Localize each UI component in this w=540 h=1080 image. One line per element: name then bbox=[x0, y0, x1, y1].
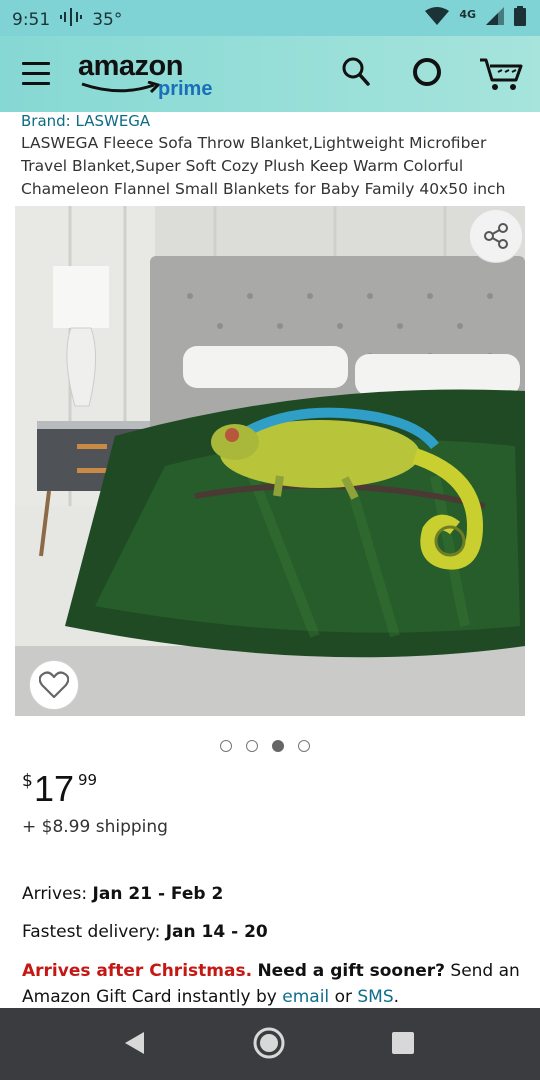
arrives-dates: Jan 21 - Feb 2 bbox=[92, 884, 224, 904]
or-text: or bbox=[334, 987, 352, 1007]
image-pager[interactable] bbox=[220, 740, 310, 752]
gift-notice: Arrives after Christmas. Need a gift soo… bbox=[22, 958, 527, 1010]
sms-link[interactable]: SMS bbox=[357, 987, 393, 1007]
pager-dot[interactable] bbox=[298, 740, 310, 752]
system-nav-bar bbox=[0, 1008, 540, 1080]
arrival-estimate: Arrives: Jan 21 - Feb 2 bbox=[22, 884, 223, 904]
dialpad-icon bbox=[60, 8, 83, 31]
heart-icon bbox=[39, 671, 69, 699]
home-button[interactable] bbox=[252, 1026, 286, 1064]
search-icon bbox=[342, 57, 370, 86]
price-cents: 99 bbox=[78, 771, 98, 789]
menu-icon bbox=[22, 62, 50, 65]
gift-period: . bbox=[393, 987, 400, 1007]
price-currency: $ bbox=[22, 771, 33, 791]
pager-dot[interactable] bbox=[220, 740, 232, 752]
back-icon bbox=[125, 1032, 144, 1054]
wishlist-button[interactable] bbox=[29, 660, 79, 710]
amazon-prime-logo[interactable]: amazon prime bbox=[78, 50, 228, 100]
signal-icon bbox=[486, 7, 504, 30]
status-temperature: 35° bbox=[92, 9, 123, 30]
shipping-cost: + $8.99 shipping bbox=[22, 817, 168, 837]
home-icon bbox=[253, 1027, 285, 1059]
status-bar: 9:51 35° 4G bbox=[0, 0, 540, 36]
brand-link[interactable]: Brand: LASWEGA bbox=[21, 112, 150, 130]
arrives-label: Arrives: bbox=[22, 884, 93, 904]
after-christmas-warning: Arrives after Christmas. bbox=[22, 961, 253, 981]
pager-dot-active[interactable] bbox=[272, 740, 284, 752]
fastest-label: Fastest delivery: bbox=[22, 922, 166, 942]
pager-dot[interactable] bbox=[246, 740, 258, 752]
network-type: 4G bbox=[459, 8, 476, 21]
fastest-dates: Jan 14 - 20 bbox=[165, 922, 268, 942]
back-button[interactable] bbox=[122, 1030, 146, 1060]
battery-icon bbox=[514, 6, 526, 31]
product-title: LASWEGA Fleece Sofa Throw Blanket,Lightw… bbox=[21, 134, 506, 198]
logo-prime-text: prime bbox=[158, 78, 213, 100]
status-time: 9:51 bbox=[12, 9, 51, 30]
share-icon bbox=[484, 223, 508, 249]
fastest-delivery: Fastest delivery: Jan 14 - 20 bbox=[22, 922, 268, 942]
gift-question: Need a gift sooner? bbox=[257, 961, 445, 981]
smile-icon bbox=[80, 80, 162, 99]
share-button[interactable] bbox=[469, 209, 523, 263]
menu-button[interactable] bbox=[22, 62, 50, 86]
wifi-icon bbox=[425, 7, 450, 30]
price-whole: 17 bbox=[34, 768, 75, 809]
cart-button[interactable] bbox=[478, 56, 524, 96]
recents-button[interactable] bbox=[392, 1032, 414, 1054]
product-image[interactable] bbox=[15, 206, 525, 716]
alexa-button[interactable] bbox=[411, 56, 443, 92]
cart-icon bbox=[480, 58, 523, 90]
search-button[interactable] bbox=[341, 56, 371, 92]
email-link[interactable]: email bbox=[282, 987, 329, 1007]
app-header: amazon prime bbox=[0, 36, 540, 112]
alexa-icon bbox=[413, 58, 441, 86]
